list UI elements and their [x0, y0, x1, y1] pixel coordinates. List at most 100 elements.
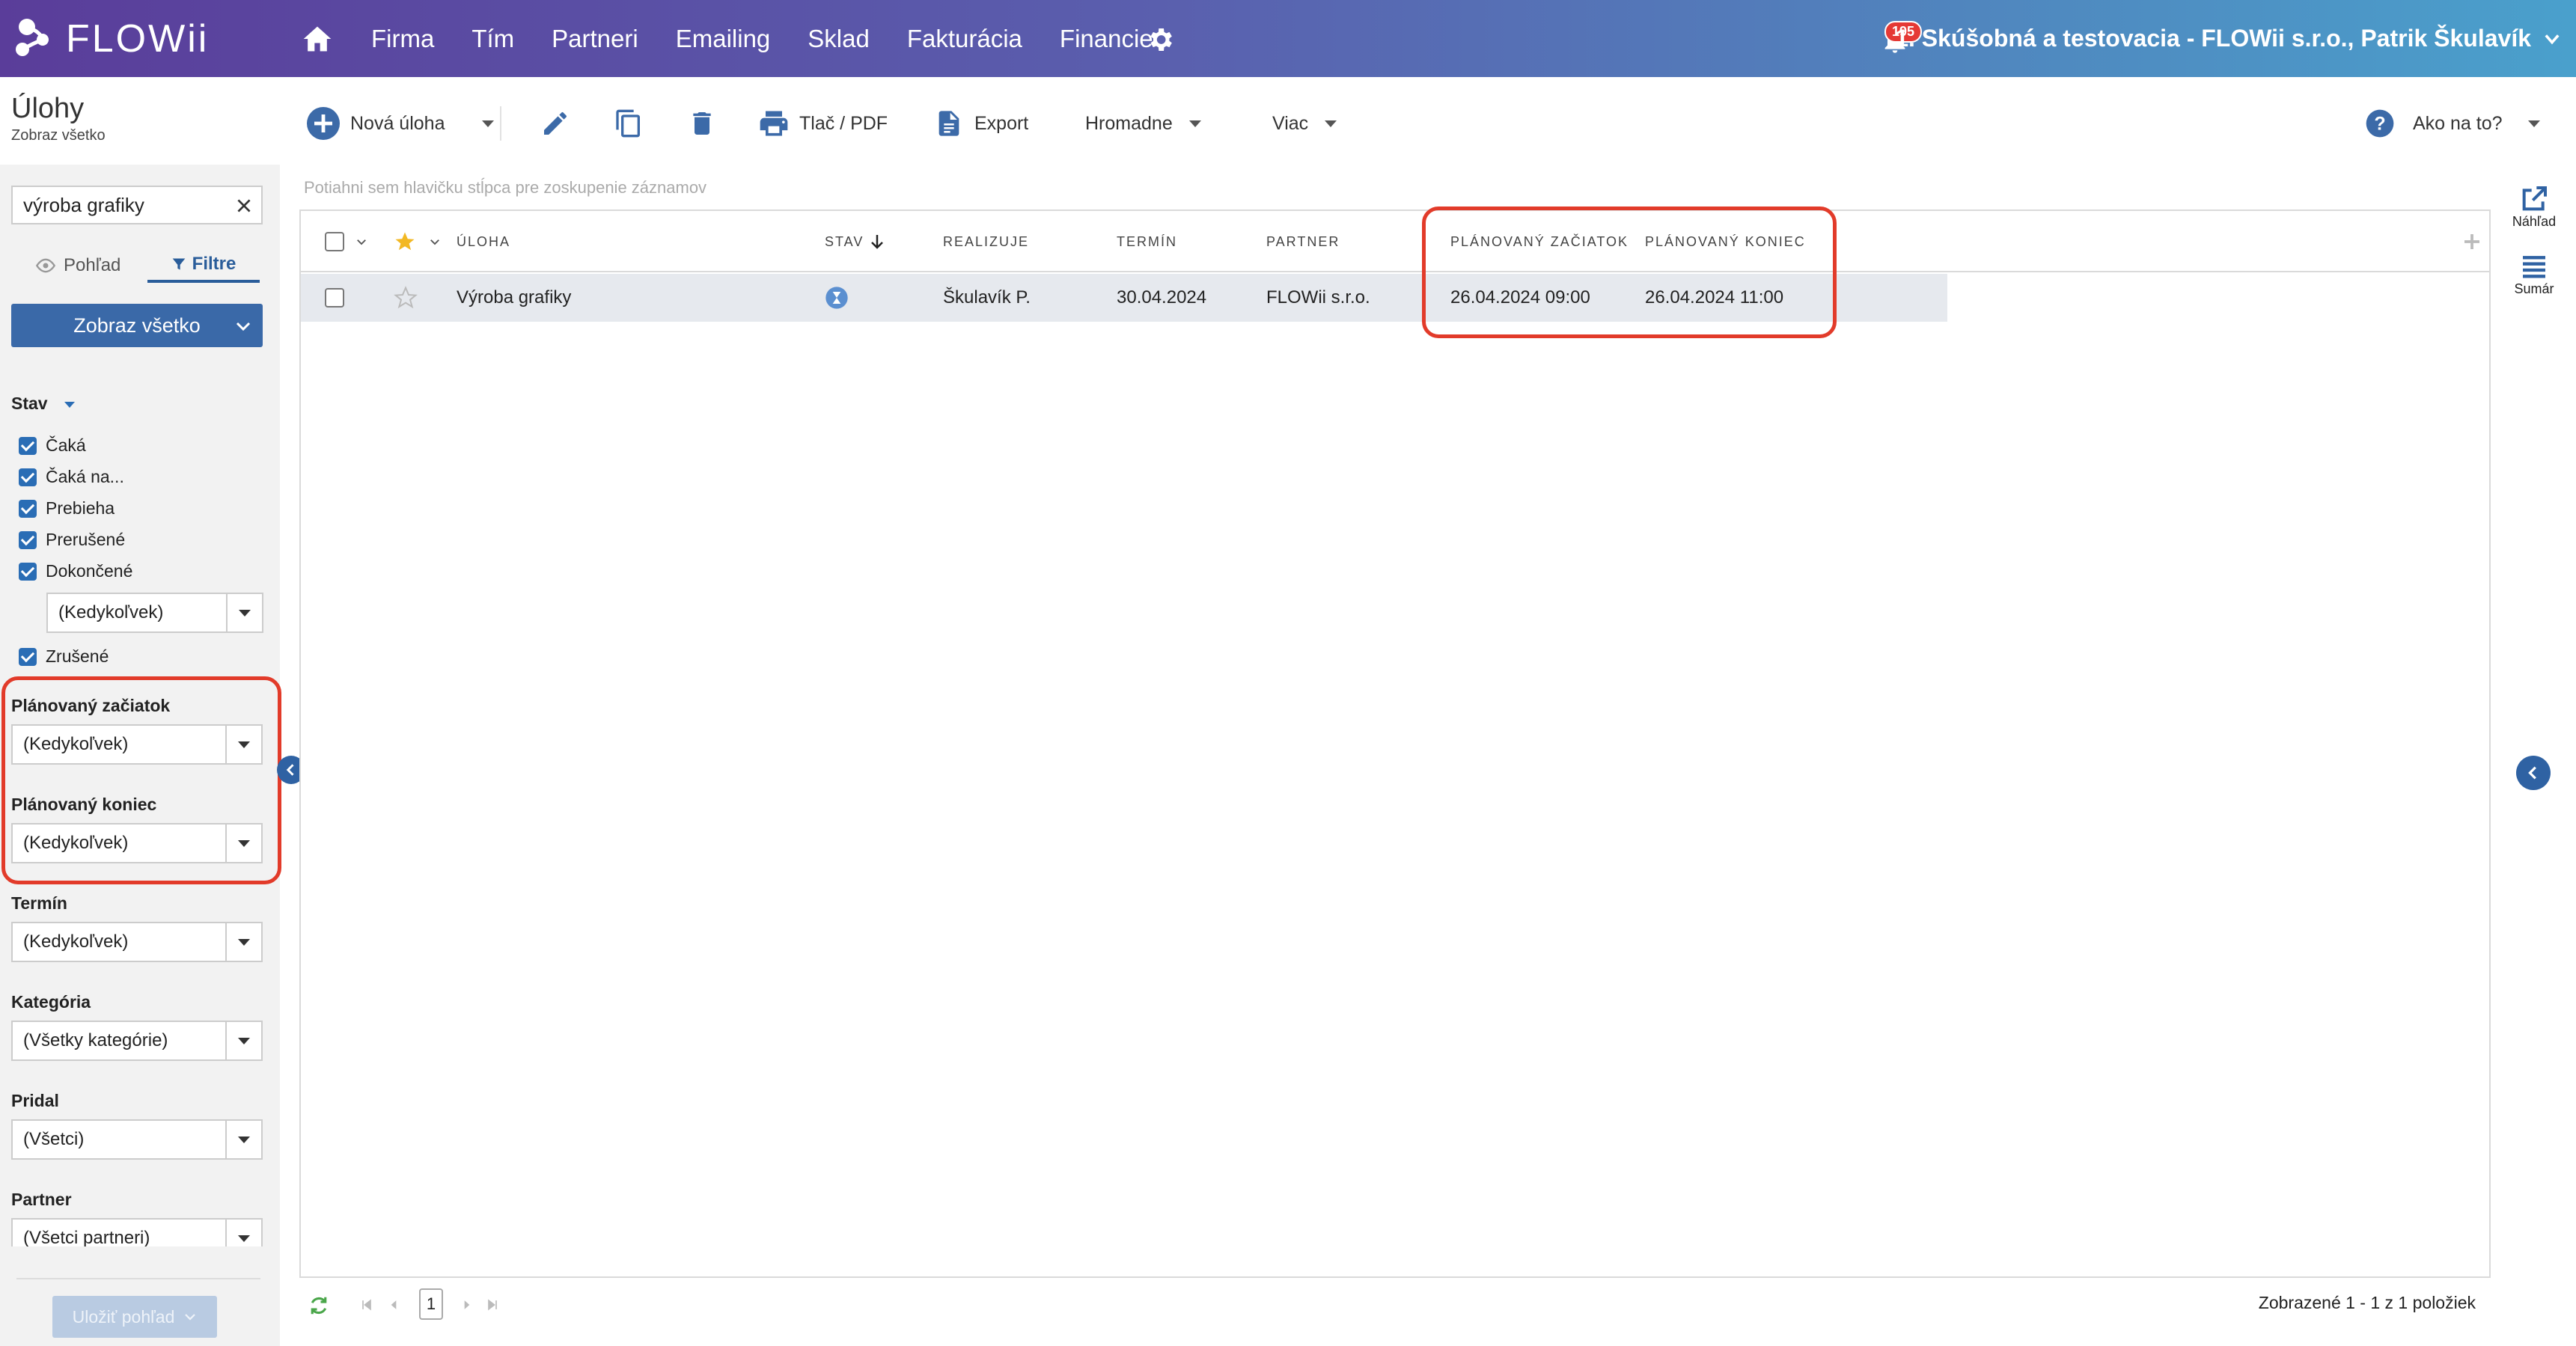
- filter-sidebar: výroba grafiky Pohľad Filtre Zobraz všet…: [0, 165, 281, 1346]
- last-page-icon[interactable]: [485, 1297, 500, 1312]
- star-outline-icon: [394, 286, 418, 309]
- add-column-icon[interactable]: [2461, 230, 2483, 253]
- dropdown-arrow-icon: [225, 1220, 261, 1246]
- company-user-selector[interactable]: 1. Skúšobná a testovacia - FLOWii s.r.o.…: [1895, 0, 2531, 77]
- records-summary: Zobrazené 1 - 1 z 1 položiek: [2258, 1293, 2476, 1312]
- checkbox-checked-icon: [19, 562, 37, 581]
- row-favorite-toggle[interactable]: [394, 274, 418, 322]
- cell-status[interactable]: [825, 274, 849, 322]
- preview-panel-button[interactable]: Náhľad: [2507, 184, 2561, 230]
- nav-tim[interactable]: Tím: [471, 25, 514, 53]
- highlight-planned-columns: [1422, 207, 1837, 338]
- row-checkbox[interactable]: [325, 274, 344, 322]
- group-by-drop-zone[interactable]: Potiahni sem hlavičku stĺpca pre zoskupe…: [304, 178, 706, 198]
- status-option-label: Prerušené: [46, 530, 126, 549]
- show-all-dropdown[interactable]: Zobraz všetko: [11, 304, 263, 347]
- flowii-logo[interactable]: FLOWii: [10, 9, 209, 69]
- status-checkbox-waiting[interactable]: Čaká: [19, 435, 86, 456]
- sidebar-tabs: Pohľad Filtre: [11, 248, 263, 284]
- star-filled-icon: [395, 232, 415, 251]
- more-menu[interactable]: Viac: [1272, 97, 1337, 150]
- previous-page-icon[interactable]: [386, 1297, 401, 1312]
- copy-button[interactable]: [614, 97, 644, 150]
- search-input[interactable]: výroba grafiky: [11, 186, 263, 224]
- current-page[interactable]: 1: [419, 1288, 443, 1320]
- partner-select[interactable]: (Všetci partneri): [11, 1218, 263, 1246]
- new-task-button[interactable]: Nová úloha: [305, 97, 445, 150]
- flowii-logo-icon: [10, 16, 55, 61]
- print-pdf-button[interactable]: Tlač / PDF: [757, 97, 888, 150]
- nav-firma[interactable]: Firma: [371, 25, 434, 53]
- next-page-icon[interactable]: [460, 1297, 474, 1312]
- preview-label: Náhľad: [2512, 214, 2557, 229]
- caret-down-icon: [2527, 120, 2540, 127]
- select-all-menu[interactable]: [355, 211, 368, 272]
- company-name: 1. Skúšobná a testovacia - FLOWii s.r.o.…: [1895, 25, 2531, 52]
- help-icon: ?: [2366, 109, 2394, 138]
- delete-button[interactable]: [687, 97, 717, 150]
- cell-partner[interactable]: FLOWii s.r.o.: [1266, 274, 1370, 322]
- page-subtitle: Zobraz všetko: [11, 127, 106, 144]
- favorite-menu[interactable]: [428, 211, 442, 272]
- toolbar-divider: [500, 106, 501, 141]
- bulk-actions-menu[interactable]: Hromadne: [1085, 97, 1201, 150]
- nav-partneri[interactable]: Partneri: [552, 25, 638, 53]
- partner-label: Partner: [11, 1190, 72, 1209]
- deadline-select[interactable]: (Kedykoľvek): [11, 922, 263, 962]
- select-value: (Všetky kategórie): [23, 1030, 168, 1050]
- refresh-icon[interactable]: [307, 1294, 331, 1317]
- tab-view[interactable]: Pohľad: [35, 248, 120, 283]
- clear-search-icon[interactable]: [234, 196, 254, 215]
- gear-icon[interactable]: [1145, 25, 1175, 55]
- column-header-status[interactable]: STAV: [825, 211, 886, 272]
- status-checkbox-paused[interactable]: Prerušené: [19, 530, 125, 550]
- cell-task[interactable]: Výroba grafiky: [457, 274, 571, 322]
- tab-filters[interactable]: Filtre: [147, 248, 260, 283]
- status-checkbox-cancelled[interactable]: Zrušené: [19, 646, 109, 667]
- export-button[interactable]: Export: [934, 97, 1028, 150]
- grid-pager: 1 Zobrazené 1 - 1 z 1 položiek: [299, 1284, 2491, 1326]
- select-value: (Všetci): [23, 1129, 85, 1149]
- summary-panel-button[interactable]: Sumár: [2507, 251, 2561, 297]
- search-value: výroba grafiky: [23, 193, 144, 216]
- home-icon[interactable]: [301, 22, 334, 55]
- status-checkbox-waiting-for[interactable]: Čaká na...: [19, 467, 124, 487]
- status-checkbox-completed[interactable]: Dokončené: [19, 561, 132, 581]
- completed-range-select[interactable]: (Kedykoľvek): [46, 593, 263, 633]
- nav-fakturacia[interactable]: Fakturácia: [907, 25, 1022, 53]
- cell-deadline: 30.04.2024: [1117, 287, 1207, 308]
- help-button[interactable]: ? Ako na to?: [2365, 97, 2540, 150]
- checkbox-icon: [325, 288, 344, 308]
- expand-right-panel-button[interactable]: [2516, 756, 2551, 790]
- column-header-assignee[interactable]: REALIZUJE: [943, 211, 1029, 272]
- svg-text:?: ?: [2374, 113, 2385, 134]
- new-task-dropdown[interactable]: [466, 97, 494, 150]
- caret-down-icon: [1188, 120, 1201, 127]
- checkbox-icon: [325, 232, 344, 251]
- favorite-column-header[interactable]: [394, 211, 416, 272]
- checkbox-checked-icon: [19, 530, 37, 549]
- category-select[interactable]: (Všetky kategórie): [11, 1021, 263, 1061]
- sort-descending-icon: [871, 235, 884, 249]
- added-by-select[interactable]: (Všetci): [11, 1119, 263, 1160]
- save-view-button[interactable]: Uložiť pohľad: [52, 1296, 217, 1338]
- nav-financie[interactable]: Financie: [1060, 25, 1153, 53]
- column-header-partner[interactable]: PARTNER: [1266, 211, 1340, 272]
- open-external-icon: [2522, 186, 2547, 211]
- column-header-task[interactable]: ÚLOHA: [457, 211, 510, 272]
- status-checkbox-in-progress[interactable]: Prebieha: [19, 498, 115, 518]
- eye-icon: [35, 258, 56, 273]
- column-header-deadline[interactable]: TERMÍN: [1117, 211, 1177, 272]
- first-page-icon[interactable]: [359, 1297, 374, 1312]
- nav-emailing[interactable]: Emailing: [676, 25, 771, 53]
- edit-button[interactable]: [540, 97, 570, 150]
- nav-sklad[interactable]: Sklad: [808, 25, 870, 53]
- main-menu: Firma Tím Partneri Emailing Sklad Faktur…: [371, 0, 1191, 77]
- top-navigation-bar: FLOWii Firma Tím Partneri Emailing Sklad…: [0, 0, 2576, 77]
- checkbox-checked-icon: [19, 647, 37, 666]
- chevron-down-icon[interactable]: [2542, 28, 2563, 49]
- status-option-label: Čaká na...: [46, 467, 124, 486]
- select-all-checkbox[interactable]: [325, 211, 344, 272]
- grid-header: ÚLOHA STAV REALIZUJE TERMÍN PARTNER PLÁN…: [301, 211, 2489, 272]
- status-label-text: Stav: [11, 394, 48, 413]
